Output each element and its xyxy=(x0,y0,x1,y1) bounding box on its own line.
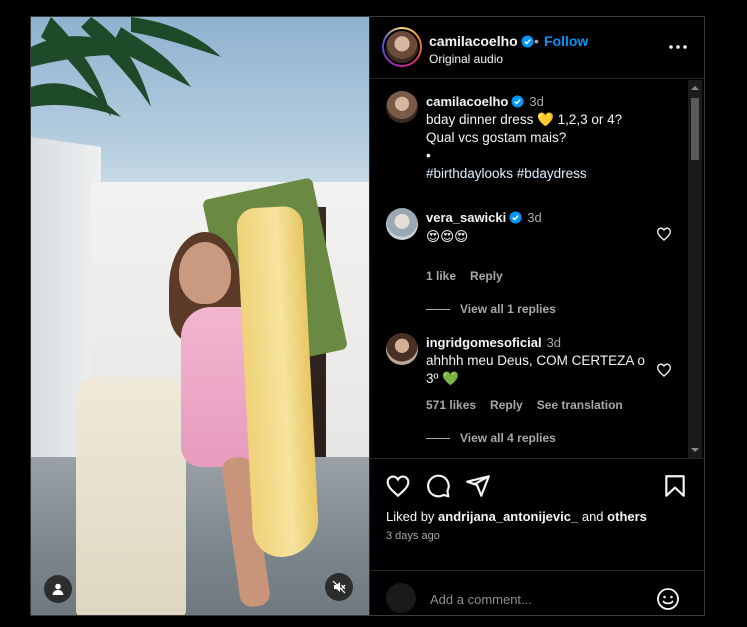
reply-button[interactable]: Reply xyxy=(470,269,503,283)
comment-time: 3d xyxy=(527,210,542,225)
author-username[interactable]: camilacoelho xyxy=(429,33,518,49)
white-dress xyxy=(76,377,186,615)
comment-username[interactable]: vera_sawicki xyxy=(426,210,506,225)
comments-scrollbar[interactable] xyxy=(688,80,702,458)
comment-time: 3d xyxy=(546,335,562,350)
liked-by: Liked by andrijana_antonijevic_ and othe… xyxy=(386,509,647,524)
post-media-video[interactable] xyxy=(31,17,369,615)
verified-badge-icon xyxy=(521,35,534,48)
comment-text: ahhhh meu Deus, COM CERTEZA o 3º 💚 xyxy=(426,353,645,386)
see-translation-button[interactable]: See translation xyxy=(537,398,623,412)
follow-button[interactable]: Follow xyxy=(544,33,588,49)
scroll-down-arrow-icon[interactable] xyxy=(691,446,699,454)
liked-by-others[interactable]: others xyxy=(607,509,647,524)
user-tag-button[interactable] xyxy=(44,575,72,603)
comment-composer xyxy=(370,570,704,615)
comment-icon[interactable] xyxy=(425,473,451,499)
caption-author-avatar[interactable] xyxy=(386,91,418,123)
share-icon[interactable] xyxy=(465,473,491,499)
caption-time: 3d xyxy=(529,94,544,109)
speaker-muted-icon xyxy=(332,580,346,594)
post-side-panel: camilacoelho • Follow Original audio cam… xyxy=(370,17,704,615)
scrollbar-thumb[interactable] xyxy=(691,98,699,160)
caption-hashtags[interactable]: #birthdaylooks #bdaydress xyxy=(426,165,676,183)
author-avatar[interactable] xyxy=(382,27,422,67)
comment-likes[interactable]: 1 like xyxy=(426,269,456,283)
reply-button[interactable]: Reply xyxy=(490,398,523,412)
more-options-icon[interactable] xyxy=(666,37,690,57)
comment-input[interactable] xyxy=(430,589,650,609)
view-replies-button[interactable]: View all 1 replies xyxy=(426,302,556,316)
person-face xyxy=(179,242,231,304)
comment-like-heart-icon[interactable] xyxy=(656,226,672,242)
comments-list[interactable]: camilacoelho 3d bday dinner dress 💛 1,2,3… xyxy=(370,80,690,458)
comment-likes[interactable]: 571 likes xyxy=(426,398,476,412)
verified-badge-icon xyxy=(511,95,524,108)
mute-button[interactable] xyxy=(325,573,353,601)
emoji-icon[interactable] xyxy=(656,587,680,611)
post-actions: Liked by andrijana_antonijevic_ and othe… xyxy=(370,458,704,570)
comment-like-heart-icon[interactable] xyxy=(656,362,672,378)
post-dialog: camilacoelho • Follow Original audio cam… xyxy=(30,16,705,616)
caption-username[interactable]: camilacoelho xyxy=(426,94,508,109)
current-user-avatar xyxy=(386,583,416,613)
user-tag-icon xyxy=(52,583,64,595)
comment-text: 😍😍😍 xyxy=(426,229,469,244)
view-replies-button[interactable]: View all 4 replies xyxy=(426,431,556,445)
post-header: camilacoelho • Follow Original audio xyxy=(370,17,704,79)
liked-by-user[interactable]: andrijana_antonijevic_ xyxy=(438,509,578,524)
scroll-up-arrow-icon[interactable] xyxy=(691,84,699,92)
verified-badge-icon xyxy=(509,211,522,224)
caption-text: bday dinner dress 💛 1,2,3 or 4? Qual vcs… xyxy=(426,111,676,183)
comment-username[interactable]: ingridgomesoficial xyxy=(426,335,542,350)
audio-label[interactable]: Original audio xyxy=(429,52,503,66)
palm-leaves xyxy=(31,17,221,117)
comment-avatar[interactable] xyxy=(386,208,418,240)
bookmark-icon[interactable] xyxy=(662,473,688,499)
post-timestamp[interactable]: 3 days ago xyxy=(386,530,440,542)
comment-avatar[interactable] xyxy=(386,333,418,365)
heart-icon[interactable] xyxy=(385,473,411,499)
separator-dot: • xyxy=(534,33,539,49)
